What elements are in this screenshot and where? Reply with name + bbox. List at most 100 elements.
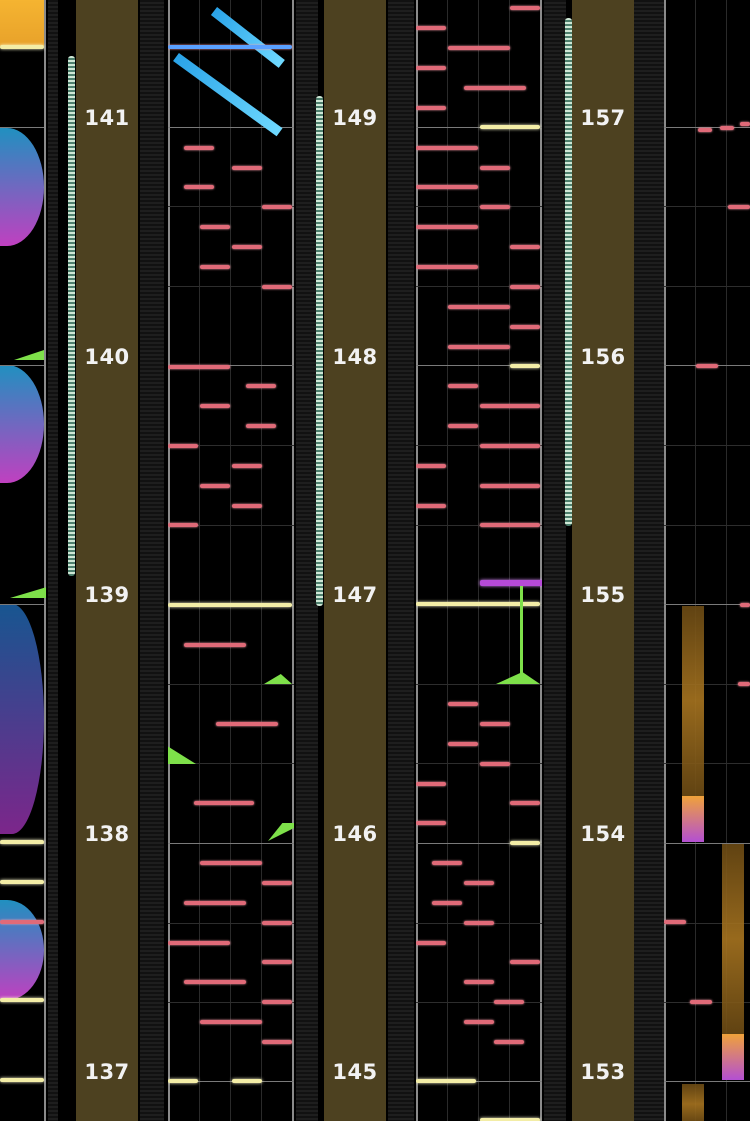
tap-note [728,205,750,209]
measure-number: 141 [84,106,130,130]
measure-number: 137 [84,1060,130,1084]
tap-note [510,960,540,964]
tap-note [168,444,198,448]
lane-divider [140,0,164,1121]
grid-line [199,0,200,1121]
slide-arc-cyan [0,128,44,246]
tap-note [200,484,230,488]
tap-note [168,523,198,527]
measure-number: 147 [332,583,378,607]
grid-line [695,0,696,1121]
tap-note [200,225,230,229]
grid-line [447,0,448,1121]
measure-number: 157 [580,106,626,130]
lane-edge [540,0,542,1121]
tap-note [184,980,246,984]
tap-note [448,46,510,50]
lane-edge [44,0,46,1121]
tap-note [262,285,292,289]
measure-number-band: 157 156 155 154 153 [572,0,634,1121]
tap-note [184,185,214,189]
lane-partial-left [0,0,46,1121]
tap-note [480,444,540,448]
beat-line [416,763,542,764]
tap-note [696,364,718,368]
tap-note [480,523,540,527]
tap-note [740,122,750,126]
slide-arc-cyan [0,365,44,483]
slide-arc-cyan [0,604,44,834]
tap-note [262,205,292,209]
measure-number: 146 [332,822,378,846]
tap-note [200,861,262,865]
tap-note [416,941,446,945]
hold-marker [416,1079,476,1083]
measure-number: 139 [84,583,130,607]
tap-note [232,504,262,508]
measure-line [0,127,44,128]
tap-note [246,384,276,388]
tap-note [480,722,510,726]
lane-edge [416,0,418,1121]
tap-note [480,762,510,766]
beat-line [664,286,750,287]
measure-number: 153 [580,1060,626,1084]
lane-measures-137-141 [168,0,294,1121]
tap-note [720,126,734,130]
tap-note [740,603,750,607]
beat-line [416,206,542,207]
tap-note [432,861,462,865]
tap-note [448,424,478,428]
tap-note [416,504,446,508]
tap-note [698,128,712,132]
tap-note [510,285,540,289]
slide-note [173,52,283,137]
measure-number: 138 [84,822,130,846]
slide-ticks [565,18,572,526]
tap-note [262,960,292,964]
tap-note [168,941,230,945]
measure-number: 154 [580,822,626,846]
tap-note [510,801,540,805]
tap-note [510,245,540,249]
measure-number: 145 [332,1060,378,1084]
tap-note [416,26,446,30]
slide-arc-cyan [0,900,44,1000]
slide-ticks [68,56,75,576]
lane-measures-153-157 [664,0,750,1121]
tap-note [464,881,494,885]
tap-note [432,901,462,905]
lane-divider [388,0,414,1121]
tap-note [200,265,230,269]
lane-divider [48,0,58,1121]
tap-note [262,1040,292,1044]
grid-line [230,0,231,1121]
hold-note-orange [682,606,704,796]
tap-note [246,424,276,428]
hold-marker [168,1079,198,1083]
grid-line [478,0,479,1121]
tap-note [168,365,230,369]
beat-line [664,763,750,764]
tap-note [184,146,214,150]
tap-note [448,702,478,706]
tap-note [510,325,540,329]
tap-note [416,782,446,786]
measure-line [0,365,44,366]
hold-marker [510,364,540,368]
measure-line [664,604,750,605]
tap-note [448,345,510,349]
beat-line [664,525,750,526]
tap-note [448,742,478,746]
tap-note [416,66,446,70]
hold-note-end [682,796,704,842]
tap-note [448,305,510,309]
measure-number: 149 [332,106,378,130]
tap-note [200,1020,262,1024]
hold-note-orange [722,844,744,1034]
measure-line [664,1081,750,1082]
slide-note [210,7,285,68]
measure-line [0,604,44,605]
tap-note [510,6,540,10]
lane-edge [292,0,294,1121]
